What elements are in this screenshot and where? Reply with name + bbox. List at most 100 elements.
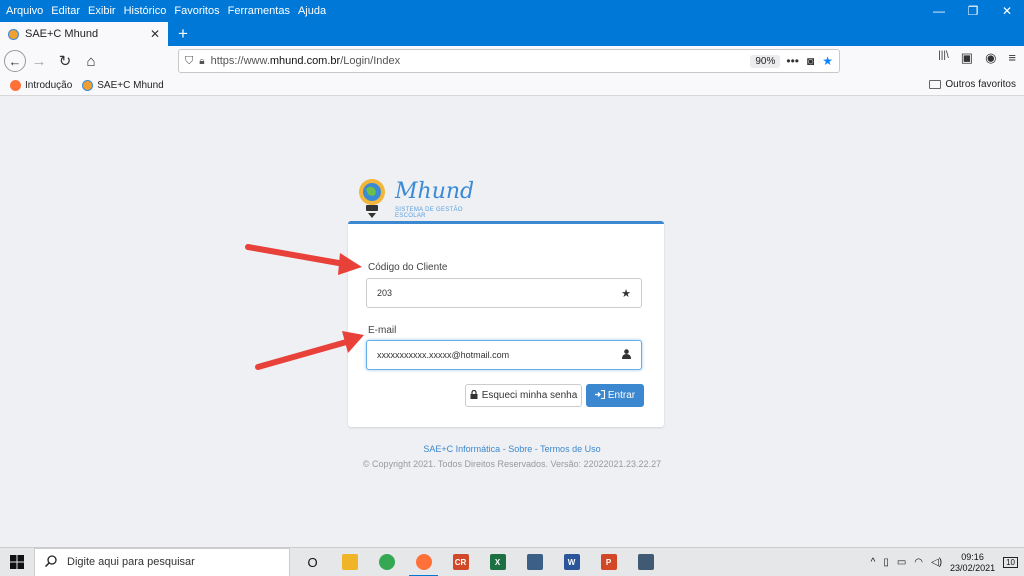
chrome-icon	[378, 554, 395, 570]
firefox-icon	[415, 554, 432, 570]
url-text: https://www.mhund.com.br/Login/Index	[210, 55, 401, 67]
pocket-icon[interactable]: ◙	[807, 54, 814, 68]
taskbar-app-file-explorer[interactable]	[331, 548, 368, 576]
back-button[interactable]: ←	[4, 50, 26, 72]
new-tab-button[interactable]: +	[172, 22, 194, 46]
home-button[interactable]: ⌂	[78, 48, 104, 74]
nav-bar: ← → ↻ ⌂ ⛉ 🔒︎ https://www.mhund.com.br/Lo…	[0, 46, 1024, 76]
device-icon[interactable]: ▯	[883, 557, 889, 568]
bookmark-label: SAE+C Mhund	[97, 80, 164, 91]
url-actions: ••• ◙ ★	[786, 54, 833, 68]
tab-title: SAE+C Mhund	[25, 28, 99, 40]
camera-icon	[637, 554, 654, 570]
clock-date: 23/02/2021	[950, 562, 996, 573]
clock-time: 09:16	[961, 551, 984, 562]
clock[interactable]: 09:16 23/02/2021	[950, 552, 995, 574]
bookmark-star-icon[interactable]: ★	[822, 54, 833, 68]
taskbar-app-calculator[interactable]	[516, 548, 553, 576]
menu-item[interactable]: Exibir	[88, 5, 116, 17]
company-link[interactable]: SAE+C Informática	[423, 444, 500, 454]
lock-icon	[470, 389, 478, 402]
login-card: Código do Cliente 203 ★ E-mail xxxxxxxxx…	[348, 221, 664, 427]
taskbar-app-powerpoint[interactable]: P	[590, 548, 627, 576]
forgot-password-button[interactable]: Esqueci minha senha	[465, 384, 582, 407]
taskbar-app-word[interactable]: W	[553, 548, 590, 576]
login-button[interactable]: Entrar	[586, 384, 644, 407]
taskbar-app-app-cr[interactable]: CR	[442, 548, 479, 576]
tracking-shield-icon[interactable]: ⛉	[185, 55, 193, 68]
page-content: Mhund SISTEMA DE GESTÃO ESCOLAR Código d…	[0, 97, 1024, 547]
library-icon[interactable]: |||\	[938, 50, 949, 66]
menu-item[interactable]: Arquivo	[6, 5, 43, 17]
client-code-input[interactable]: 203 ★	[366, 278, 642, 308]
restore-button[interactable]: ❐	[956, 0, 990, 22]
powerpoint-icon: P	[600, 554, 617, 570]
copyright-text: © Copyright 2021. Todos Direitos Reserva…	[362, 459, 662, 469]
taskbar-apps: O CR X W P	[294, 548, 664, 576]
menu-item[interactable]: Favoritos	[174, 5, 219, 17]
tab-mhund[interactable]: SAE+C Mhund ✕	[0, 22, 168, 46]
taskbar-app-task-view[interactable]: O	[294, 548, 331, 576]
lock-icon[interactable]: 🔒︎	[199, 56, 204, 67]
window-controls: — ❐ ✕	[922, 0, 1024, 22]
taskbar: Digite aqui para pesquisar O CR X W P ^ ▯ ▭ …	[0, 547, 1024, 576]
start-button[interactable]	[0, 548, 34, 576]
other-bookmarks[interactable]: Outros favoritos	[929, 79, 1016, 90]
file-explorer-icon	[341, 554, 358, 570]
menu-item[interactable]: Ajuda	[298, 5, 326, 17]
close-tab-icon[interactable]: ✕	[150, 27, 160, 41]
menu-item[interactable]: Ferramentas	[228, 5, 290, 17]
email-value: xxxxxxxxxxx.xxxxx@hotmail.com	[377, 350, 510, 360]
reload-button[interactable]: ↻	[52, 48, 78, 74]
volume-icon[interactable]: ◁)	[931, 557, 942, 568]
search-placeholder: Digite aqui para pesquisar	[67, 556, 195, 568]
brand-name: Mhund	[395, 179, 475, 204]
address-bar[interactable]: ⛉ 🔒︎ https://www.mhund.com.br/Login/Inde…	[178, 49, 840, 73]
site-favicon-icon	[82, 80, 94, 91]
search-icon	[44, 554, 57, 570]
zoom-level-badge[interactable]: 90%	[750, 54, 781, 68]
tab-bar: SAE+C Mhund ✕ +	[0, 22, 1024, 46]
taskbar-app-excel[interactable]: X	[479, 548, 516, 576]
app-cr-icon: CR	[452, 554, 469, 570]
page-actions-icon[interactable]: •••	[786, 54, 799, 68]
toolbar-icons: |||\ ▣ ◉ ≡	[938, 50, 1016, 66]
menu-item[interactable]: Editar	[51, 5, 80, 17]
folder-icon	[929, 80, 942, 89]
other-bookmarks-label: Outros favoritos	[945, 79, 1016, 90]
notifications-icon[interactable]: 10	[1003, 557, 1018, 568]
terms-link[interactable]: Termos de Uso	[540, 444, 601, 454]
forgot-password-label: Esqueci minha senha	[481, 390, 578, 401]
annotation-arrow-2	[255, 331, 364, 370]
taskbar-app-camera[interactable]	[627, 548, 664, 576]
taskbar-app-chrome[interactable]	[368, 548, 405, 576]
windows-logo-icon	[10, 555, 24, 569]
menu-item[interactable]: Histórico	[124, 5, 167, 17]
menu-list: Arquivo Editar Exibir Histórico Favoritos Fer…	[0, 5, 326, 17]
bookmarks-bar: Introdução SAE+C Mhund Outros favoritos	[0, 76, 1024, 96]
footer-links: SAE+C Informática - Sobre - Termos de Us…	[0, 444, 1024, 454]
forward-button[interactable]: →	[26, 48, 52, 74]
app-menu-icon[interactable]: ≡	[1008, 50, 1016, 66]
mhund-logo: Mhund SISTEMA DE GESTÃO ESCOLAR	[355, 177, 495, 219]
account-icon[interactable]: ◉	[985, 50, 996, 66]
site-favicon-icon	[8, 28, 19, 40]
star-icon: ★	[621, 287, 631, 300]
taskbar-search[interactable]: Digite aqui para pesquisar	[34, 547, 290, 576]
firefox-icon	[10, 80, 21, 91]
email-input[interactable]: xxxxxxxxxxx.xxxxx@hotmail.com	[366, 340, 642, 370]
client-code-value: 203	[377, 288, 393, 298]
taskbar-app-firefox[interactable]	[405, 548, 442, 576]
about-link[interactable]: Sobre	[508, 444, 532, 454]
bookmark-saec-mhund[interactable]: SAE+C Mhund	[82, 80, 164, 91]
login-button-label: Entrar	[607, 390, 636, 401]
chevron-up-icon[interactable]: ^	[871, 557, 876, 568]
battery-icon[interactable]: ▭	[897, 557, 906, 568]
excel-icon: X	[489, 554, 506, 570]
bookmark-introducao[interactable]: Introdução	[10, 80, 72, 91]
brand-tagline: SISTEMA DE GESTÃO ESCOLAR	[395, 207, 463, 219]
sidebar-icon[interactable]: ▣	[961, 50, 973, 66]
close-window-button[interactable]: ✕	[990, 0, 1024, 22]
wifi-icon[interactable]: ◠	[914, 557, 923, 568]
minimize-button[interactable]: —	[922, 0, 956, 22]
